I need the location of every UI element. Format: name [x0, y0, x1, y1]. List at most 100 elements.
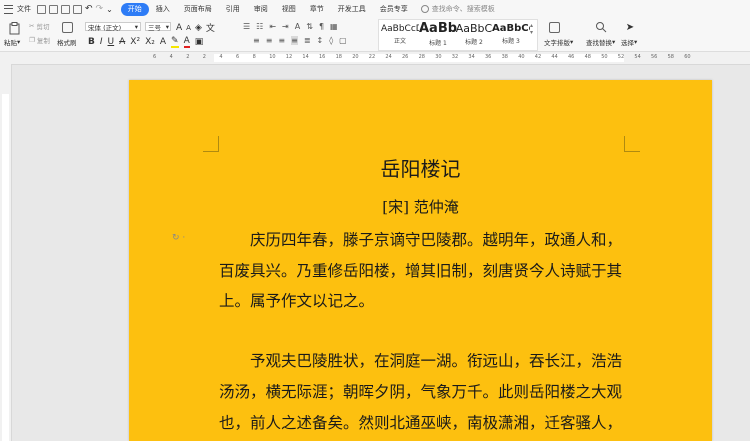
grow-font-icon[interactable]: A — [176, 23, 182, 33]
document-author: [宋] 范仲淹 — [382, 198, 459, 216]
bullets-icon[interactable]: ☰ — [243, 22, 250, 31]
strikethrough-icon[interactable]: A — [119, 37, 125, 47]
style-heading-2[interactable]: AaBbC 标题 2 — [455, 20, 493, 47]
ruler-number: 52 — [617, 54, 625, 60]
ruler-number: 40 — [518, 54, 525, 60]
style-heading-1[interactable]: AaBb 标题 1 — [419, 20, 457, 47]
distributed-icon[interactable]: ≣ — [304, 36, 311, 45]
chinese-layout-icon[interactable]: A — [295, 22, 300, 31]
ruler-number: 30 — [435, 54, 442, 60]
redo-icon[interactable]: ↷ — [96, 4, 104, 14]
shading-icon[interactable]: ◊ — [329, 36, 333, 45]
horizontal-ruler[interactable]: 6 4 2 2 4 6 8 10 12 14 16 18 20 22 24 26 28 30 32 34 36 38 40 4… — [0, 52, 750, 65]
document-page[interactable]: ↻ · 岳阳楼记 [宋] 范仲淹 庆历四年春，滕子京谪守巴陵郡。越明年，政通人和… — [129, 80, 712, 441]
menu-bar: 文件 ↶ ↷ ⌄ 开始 插入 页面布局 引用 审阅 视图 章节 开发工具 会员专… — [0, 0, 750, 18]
ruler-number: 2 — [202, 54, 206, 60]
print-preview-icon[interactable] — [73, 4, 82, 14]
ruler-number: 18 — [335, 54, 342, 60]
print-icon[interactable] — [61, 4, 70, 14]
style-normal[interactable]: AaBbCcDd 正文 — [381, 20, 419, 47]
shrink-font-icon[interactable]: A — [186, 24, 191, 32]
tab-developer[interactable]: 开发工具 — [331, 3, 373, 16]
char-shading-icon[interactable]: ▣ — [195, 37, 204, 47]
more-icon[interactable]: ⌄ — [106, 5, 113, 14]
vertical-ruler[interactable] — [0, 64, 12, 441]
ruler-number: 16 — [319, 54, 326, 60]
tab-home[interactable]: 开始 — [120, 2, 149, 16]
tab-page-layout[interactable]: 页面布局 — [177, 3, 219, 16]
cursor-icon: ➤ — [625, 21, 635, 33]
subscript-icon[interactable]: X₂ — [145, 37, 155, 47]
paste-button[interactable]: 粘贴 ▾ — [4, 37, 20, 47]
paste-icon[interactable] — [6, 21, 22, 35]
highlight-icon[interactable]: ✎ — [171, 36, 179, 48]
tab-view[interactable]: 视图 — [275, 3, 303, 16]
export-icon[interactable] — [49, 4, 58, 14]
brush-icon — [61, 21, 73, 33]
phonetic-icon[interactable]: 文 — [206, 21, 215, 34]
ruler-number: 36 — [485, 54, 492, 60]
line-spacing-icon[interactable]: ↕ — [317, 36, 324, 45]
sort-icon[interactable]: ⇅ — [306, 22, 313, 31]
select-button[interactable]: 选择 ▾ — [621, 37, 637, 47]
file-menu[interactable]: 文件 — [4, 4, 31, 14]
align-center-icon[interactable]: ≡ — [266, 36, 273, 45]
align-right-icon[interactable]: ≡ — [278, 36, 285, 45]
paragraph-tools-top: ☰ ☷ ⇤ ⇥ A ⇅ ¶ ▦ — [243, 22, 338, 31]
numbering-icon[interactable]: ☷ — [256, 22, 263, 31]
char-border-icon[interactable]: A — [160, 37, 166, 47]
ruler-number: 58 — [667, 54, 674, 60]
italic-icon[interactable]: I — [100, 37, 103, 47]
tab-insert[interactable]: 插入 — [149, 3, 177, 16]
font-size-tools: A A ◈ 文 — [176, 21, 215, 35]
ruler-number: 48 — [584, 54, 591, 60]
align-left-icon[interactable]: ≡ — [253, 36, 260, 45]
tab-review[interactable]: 审阅 — [247, 3, 275, 16]
command-search[interactable]: 查找命令、搜索模板 — [420, 4, 495, 14]
save-icon[interactable] — [37, 4, 46, 14]
increase-indent-icon[interactable]: ⇥ — [282, 22, 289, 31]
underline-icon[interactable]: U — [108, 37, 115, 47]
ruler-number: 6 — [236, 54, 240, 60]
vertical-ruler-text-area — [2, 94, 9, 441]
undo-icon[interactable]: ↶ — [85, 4, 93, 14]
ruler-number: 44 — [551, 54, 558, 60]
border-icon[interactable]: ▢ — [339, 36, 347, 45]
font-name-select[interactable]: 宋体 (正文) ▾ — [85, 22, 141, 32]
font-format-tools: B I U A X² X₂ A ✎ A ▣ — [88, 36, 203, 48]
tab-section[interactable]: 章节 — [303, 3, 331, 16]
superscript-icon[interactable]: X² — [130, 37, 140, 47]
clear-format-icon[interactable]: ◈ — [195, 23, 202, 33]
tab-member[interactable]: 会员专享 — [373, 3, 415, 16]
ruler-number: 26 — [402, 54, 409, 60]
tab-references[interactable]: 引用 — [219, 3, 247, 16]
search-placeholder: 查找命令、搜索模板 — [431, 5, 495, 13]
ruler-number: 50 — [601, 54, 608, 60]
decrease-indent-icon[interactable]: ⇤ — [269, 22, 276, 31]
paragraph-handle-icon[interactable]: ↻ · — [172, 233, 185, 243]
file-menu-label: 文件 — [17, 5, 31, 13]
find-replace-button[interactable]: 查找替换 ▾ — [586, 37, 615, 47]
text-layout-icon — [548, 20, 560, 34]
style-heading-3[interactable]: AaBbCc 标题 3 — [492, 20, 530, 47]
format-painter-button[interactable]: 格式刷 — [57, 37, 77, 47]
text-layout-button[interactable]: 文字排版 ▾ — [544, 37, 573, 47]
copy-icon: ❐ — [29, 36, 35, 44]
ruler-number: 46 — [568, 54, 575, 60]
quick-access-toolbar: ↶ ↷ ⌄ — [37, 4, 113, 14]
ruler-number: 38 — [501, 54, 508, 60]
justify-icon[interactable]: ≡ — [291, 36, 298, 45]
bold-icon[interactable]: B — [88, 37, 95, 47]
scissors-icon: ✂ — [29, 22, 35, 30]
cut-button[interactable]: ✂ 剪切 — [29, 21, 49, 31]
style-gallery-scroll[interactable]: ▴ ▾ — [530, 22, 533, 36]
body-line-6: 也，前人之述备矣。然则北通巫峡，南极潇湘，迁客骚人， — [219, 414, 623, 432]
table-icon[interactable]: ▦ — [330, 22, 338, 31]
body-line-4: 予观夫巴陵胜状，在洞庭一湖。衔远山，吞长江，浩浩 — [250, 352, 623, 370]
margin-corner-top-left — [203, 136, 219, 152]
font-color-icon[interactable]: A — [183, 36, 190, 48]
font-size-select[interactable]: 三号 ▾ — [145, 22, 171, 32]
ruler-number: 2 — [186, 54, 190, 60]
show-marks-icon[interactable]: ¶ — [319, 22, 324, 31]
copy-button[interactable]: ❐ 复制 — [29, 35, 50, 45]
